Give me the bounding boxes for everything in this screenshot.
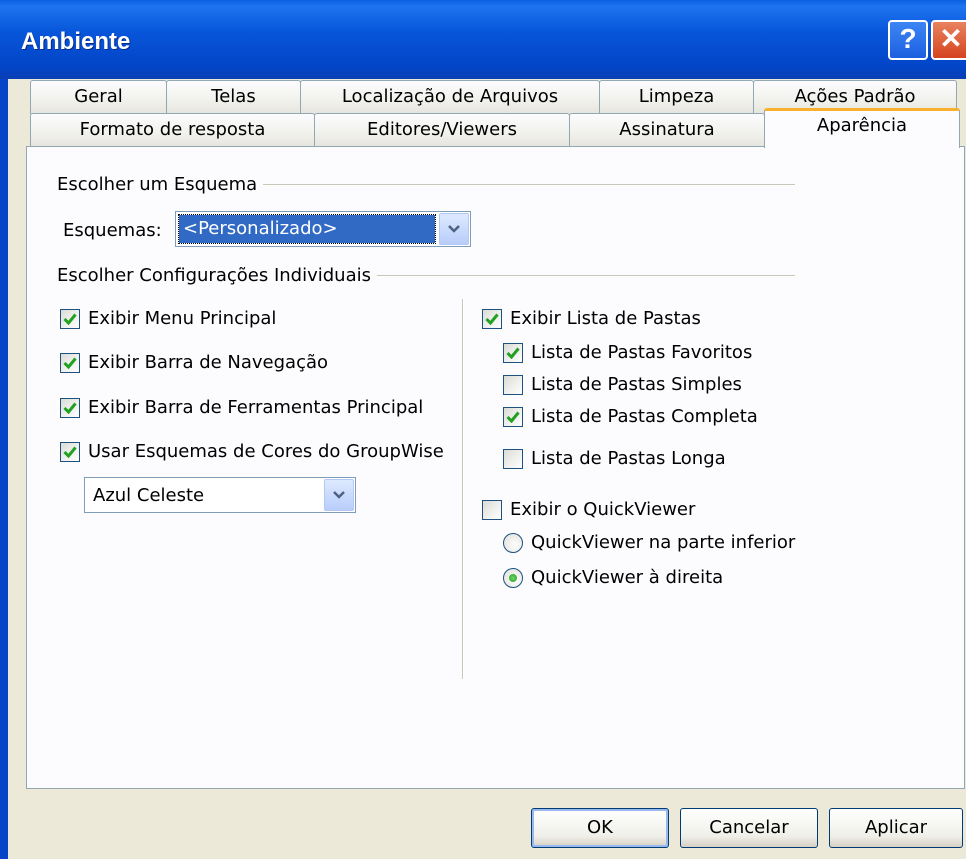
dialog-window: Ambiente ? ✕ Geral Telas Localização de … bbox=[0, 0, 966, 859]
radio-quickviewer-direita[interactable]: QuickViewer à direita bbox=[503, 567, 723, 588]
radio-button[interactable] bbox=[503, 567, 523, 588]
tab-assinatura[interactable]: Assinatura bbox=[569, 113, 765, 147]
checkbox-exibir-menu-principal[interactable]: Exibir Menu Principal bbox=[60, 308, 276, 329]
checkbox-exibir-barra-ferramentas[interactable]: Exibir Barra de Ferramentas Principal bbox=[60, 397, 423, 418]
schemes-field-label: Esquemas: bbox=[63, 220, 162, 241]
checkbox-box[interactable] bbox=[482, 308, 502, 329]
tab-aparencia[interactable]: Aparência bbox=[764, 108, 960, 148]
apply-button[interactable]: Aplicar bbox=[829, 808, 963, 848]
checkbox-exibir-barra-navegacao[interactable]: Exibir Barra de Navegação bbox=[60, 352, 328, 373]
checkbox-usar-esquemas-cores[interactable]: Usar Esquemas de Cores do GroupWise bbox=[60, 441, 444, 462]
cancel-button[interactable]: Cancelar bbox=[680, 808, 818, 848]
window-title: Ambiente bbox=[21, 28, 131, 55]
chevron-down-icon[interactable] bbox=[324, 479, 354, 511]
help-button[interactable]: ? bbox=[888, 20, 928, 60]
checkbox-label: Lista de Pastas Completa bbox=[531, 406, 758, 427]
chevron-down-icon[interactable] bbox=[439, 213, 469, 245]
schemes-dropdown-value: <Personalizado> bbox=[178, 214, 436, 244]
checkbox-lista-pastas-longa[interactable]: Lista de Pastas Longa bbox=[503, 448, 726, 469]
checkbox-box[interactable] bbox=[60, 308, 80, 329]
checkbox-box[interactable] bbox=[503, 374, 523, 395]
scheme-group-divider bbox=[263, 184, 795, 186]
individual-group-divider bbox=[377, 275, 795, 277]
checkbox-exibir-lista-pastas[interactable]: Exibir Lista de Pastas bbox=[482, 308, 701, 329]
checkbox-lista-pastas-completa[interactable]: Lista de Pastas Completa bbox=[503, 406, 758, 427]
checkbox-box[interactable] bbox=[482, 499, 502, 520]
checkbox-label: Exibir Lista de Pastas bbox=[510, 308, 701, 329]
color-scheme-dropdown[interactable]: Azul Celeste bbox=[84, 477, 356, 513]
individual-group-label: Escolher Configurações Individuais bbox=[57, 265, 371, 286]
column-divider bbox=[462, 299, 464, 679]
checkbox-label: Exibir o QuickViewer bbox=[510, 499, 696, 520]
window-frame-left bbox=[0, 79, 8, 859]
checkbox-lista-pastas-favoritos[interactable]: Lista de Pastas Favoritos bbox=[503, 342, 752, 363]
radio-selected-dot bbox=[509, 573, 517, 582]
scheme-group-label: Escolher um Esquema bbox=[57, 174, 258, 195]
tab-localizacao-arquivos[interactable]: Localização de Arquivos bbox=[300, 80, 600, 114]
checkbox-box[interactable] bbox=[60, 352, 80, 373]
checkbox-label: Exibir Menu Principal bbox=[88, 308, 277, 329]
checkbox-box[interactable] bbox=[60, 397, 80, 418]
tab-editores-viewers[interactable]: Editores/Viewers bbox=[314, 113, 570, 147]
radio-button[interactable] bbox=[503, 532, 523, 553]
ok-button[interactable]: OK bbox=[531, 808, 669, 848]
checkbox-label: Lista de Pastas Favoritos bbox=[531, 342, 753, 363]
checkbox-label: Lista de Pastas Longa bbox=[531, 448, 726, 469]
tab-limpeza[interactable]: Limpeza bbox=[599, 80, 754, 114]
checkbox-label: Exibir Barra de Ferramentas Principal bbox=[88, 397, 424, 418]
checkbox-box[interactable] bbox=[503, 448, 523, 469]
checkbox-label: Exibir Barra de Navegação bbox=[88, 352, 329, 373]
checkbox-box[interactable] bbox=[503, 406, 523, 427]
tab-telas[interactable]: Telas bbox=[166, 80, 301, 114]
schemes-dropdown[interactable]: <Personalizado> bbox=[175, 211, 471, 247]
radio-quickviewer-inferior[interactable]: QuickViewer na parte inferior bbox=[503, 532, 795, 553]
title-bar[interactable]: Ambiente ? ✕ bbox=[0, 0, 966, 79]
tab-geral[interactable]: Geral bbox=[30, 80, 167, 114]
checkbox-lista-pastas-simples[interactable]: Lista de Pastas Simples bbox=[503, 374, 742, 395]
checkbox-box[interactable] bbox=[60, 441, 80, 462]
checkbox-box[interactable] bbox=[503, 342, 523, 363]
checkbox-exibir-quickviewer[interactable]: Exibir o QuickViewer bbox=[482, 499, 695, 520]
close-button[interactable]: ✕ bbox=[931, 20, 966, 60]
tab-panel-aparencia: Escolher um Esquema Esquemas: <Personali… bbox=[26, 146, 965, 789]
radio-label: QuickViewer na parte inferior bbox=[531, 532, 796, 553]
radio-label: QuickViewer à direita bbox=[531, 567, 724, 588]
tab-formato-resposta[interactable]: Formato de resposta bbox=[30, 113, 315, 147]
checkbox-label: Lista de Pastas Simples bbox=[531, 374, 742, 395]
color-scheme-dropdown-value: Azul Celeste bbox=[93, 484, 205, 506]
checkbox-label: Usar Esquemas de Cores do GroupWise bbox=[88, 441, 444, 462]
